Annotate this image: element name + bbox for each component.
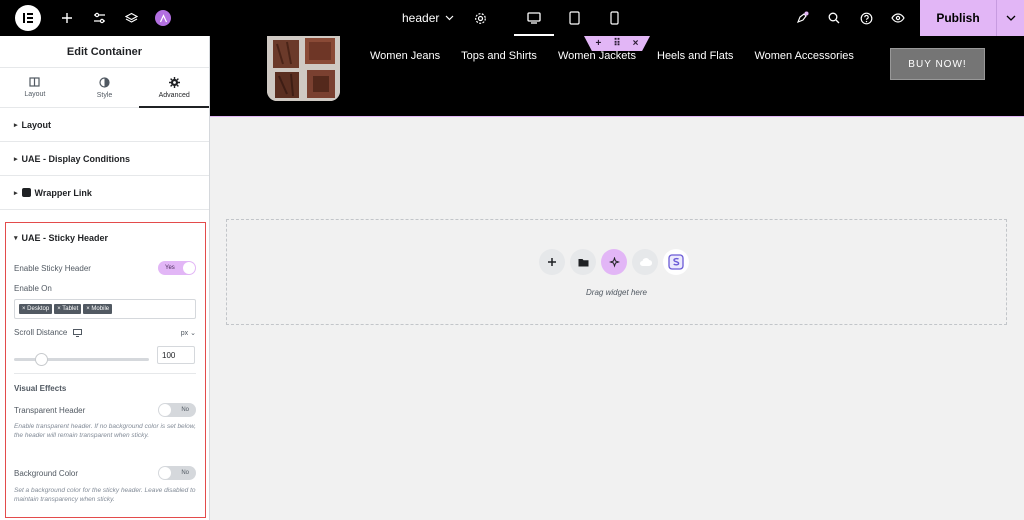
section-display-conditions-label: UAE - Display Conditions xyxy=(21,153,131,164)
header-product-image xyxy=(267,36,340,101)
caret-right-icon: ▸ xyxy=(14,121,18,129)
enable-sticky-label: Enable Sticky Header xyxy=(14,263,91,273)
buy-now-button[interactable]: BUY NOW! xyxy=(890,48,985,80)
section-wrapper-link[interactable]: ▸ Wrapper Link xyxy=(0,176,209,210)
layout-columns-icon xyxy=(29,77,40,87)
desktop-view-icon[interactable] xyxy=(514,0,555,36)
tab-layout[interactable]: Layout xyxy=(0,68,70,107)
publish-options-chevron-icon[interactable] xyxy=(996,0,1024,36)
advanced-gear-icon xyxy=(168,76,180,88)
scroll-distance-row: Scroll Distance px ⌄ xyxy=(14,328,196,337)
nav-women-jeans[interactable]: Women Jeans xyxy=(370,50,440,62)
help-icon[interactable] xyxy=(850,0,882,36)
editor-canvas: + ⠿ × Women Jeans Tops and Shirts Women … xyxy=(210,36,1024,520)
chip-tablet[interactable]: × Tablet xyxy=(54,304,82,314)
transparent-header-state: No xyxy=(181,407,189,413)
unit-selector[interactable]: px ⌄ xyxy=(181,329,196,337)
caret-down-icon: ▾ xyxy=(14,235,18,242)
ai-sparkle-icon[interactable] xyxy=(601,249,627,275)
divider xyxy=(14,373,196,374)
nav-heels-and-flats[interactable]: Heels and Flats xyxy=(657,50,733,62)
background-color-description: Set a background color for the sticky he… xyxy=(14,487,196,504)
site-header-container[interactable]: + ⠿ × Women Jeans Tops and Shirts Women … xyxy=(210,36,1024,117)
visual-effects-heading: Visual Effects xyxy=(14,384,67,393)
enable-on-label: Enable On xyxy=(14,284,52,293)
page-settings-gear-icon[interactable] xyxy=(464,0,496,36)
add-element-icon[interactable] xyxy=(51,0,83,36)
transparent-header-row: Transparent Header No xyxy=(14,403,196,417)
wrapper-link-icon xyxy=(21,188,31,197)
slider-handle[interactable] xyxy=(35,353,48,366)
top-bar: header Publish xyxy=(0,0,1024,36)
ai-assistant-icon[interactable] xyxy=(147,0,179,36)
responsive-desktop-icon[interactable] xyxy=(73,328,83,337)
cloud-template-icon[interactable] xyxy=(632,249,658,275)
document-title-dropdown[interactable]: header xyxy=(392,0,464,36)
document-title: header xyxy=(402,11,440,25)
enable-on-row: Enable On xyxy=(14,284,196,293)
sticky-header-section: ▾ UAE - Sticky Header Enable Sticky Head… xyxy=(5,222,206,518)
tablet-view-icon[interactable] xyxy=(554,0,594,36)
scroll-distance-slider[interactable] xyxy=(14,353,149,366)
sticky-header-section-toggle[interactable]: ▾ UAE - Sticky Header xyxy=(6,223,205,253)
notifications-rocket-icon[interactable] xyxy=(786,0,818,36)
nav-tops-and-shirts[interactable]: Tops and Shirts xyxy=(461,50,537,62)
structure-layers-icon[interactable] xyxy=(115,0,147,36)
tab-advanced[interactable]: Advanced xyxy=(139,68,209,108)
enable-sticky-toggle[interactable]: Yes xyxy=(158,261,196,275)
section-layout[interactable]: ▸ Layout xyxy=(0,108,209,142)
mobile-view-icon[interactable] xyxy=(594,0,634,36)
section-display-conditions[interactable]: ▸ UAE - Display Conditions xyxy=(0,142,209,176)
background-color-label: Background Color xyxy=(14,468,79,478)
transparent-header-toggle[interactable]: No xyxy=(158,403,196,417)
enable-on-select[interactable]: × Desktop × Tablet × Mobile xyxy=(14,299,196,319)
enable-sticky-state: Yes xyxy=(165,265,175,271)
section-layout-label: Layout xyxy=(21,119,52,130)
background-color-toggle[interactable]: No xyxy=(158,466,196,480)
scroll-distance-label: Scroll Distance xyxy=(14,328,68,337)
background-color-state: No xyxy=(181,470,189,476)
nav-women-accessories[interactable]: Women Accessories xyxy=(754,50,853,62)
chevron-down-icon xyxy=(445,15,454,21)
preview-eye-icon[interactable] xyxy=(882,0,914,36)
section-wrapper-link-label: Wrapper Link xyxy=(34,187,92,198)
publish-button[interactable]: Publish xyxy=(920,0,996,36)
sticky-header-title: UAE - Sticky Header xyxy=(21,233,109,243)
enable-sticky-row: Enable Sticky Header Yes xyxy=(14,261,196,275)
panel-tabs: Layout Style Advanced xyxy=(0,68,209,108)
tab-style[interactable]: Style xyxy=(70,68,140,107)
drag-widget-hint: Drag widget here xyxy=(586,288,647,297)
nav-women-jackets[interactable]: Women Jackets xyxy=(558,50,636,62)
background-color-row: Background Color No xyxy=(14,466,196,480)
edit-panel: Edit Container Layout Style Advanced ▸ L… xyxy=(0,36,210,520)
style-contrast-icon xyxy=(99,76,110,88)
template-library-folder-icon[interactable] xyxy=(570,249,596,275)
starter-templates-s-icon[interactable] xyxy=(663,249,689,275)
container-handle: + ⠿ × xyxy=(584,36,650,51)
transparent-header-label: Transparent Header xyxy=(14,405,86,415)
unit-label: px xyxy=(180,329,189,337)
site-settings-icon[interactable] xyxy=(83,0,115,36)
caret-right-icon: ▸ xyxy=(14,155,18,163)
transparent-header-description: Enable transparent header. If no backgro… xyxy=(14,423,196,440)
tab-layout-label: Layout xyxy=(24,91,46,98)
elementor-logo-icon[interactable] xyxy=(15,5,41,31)
tab-style-label: Style xyxy=(96,91,113,99)
chip-desktop[interactable]: × Desktop xyxy=(19,304,53,314)
elementor-editor: header Publish Edit Container Layout Sty… xyxy=(0,0,1024,520)
caret-right-icon: ▸ xyxy=(14,189,18,197)
search-icon[interactable] xyxy=(818,0,850,36)
drag-container-icon[interactable]: ⠿ xyxy=(613,38,620,49)
widget-drop-zone[interactable]: Drag widget here xyxy=(226,219,1007,325)
delete-container-icon[interactable]: × xyxy=(633,38,639,49)
add-section-plus-icon[interactable] xyxy=(539,249,565,275)
panel-title: Edit Container xyxy=(0,36,209,68)
tab-advanced-label: Advanced xyxy=(158,91,190,99)
scroll-distance-input[interactable] xyxy=(157,346,195,364)
drop-zone-actions xyxy=(539,249,689,275)
add-container-icon[interactable]: + xyxy=(595,38,601,49)
chip-mobile[interactable]: × Mobile xyxy=(83,304,113,314)
header-nav: Women Jeans Tops and Shirts Women Jacket… xyxy=(370,50,854,62)
